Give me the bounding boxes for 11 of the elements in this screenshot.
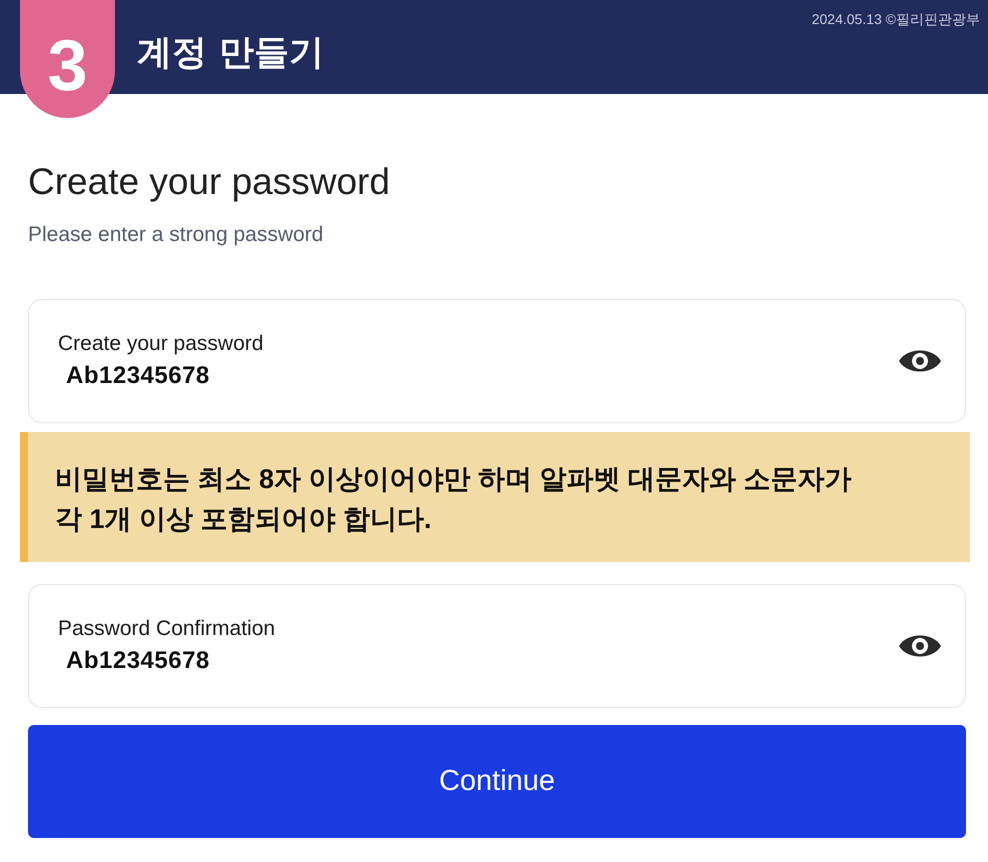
continue-button[interactable]: Continue [28, 725, 966, 838]
password-input[interactable]: Ab12345678 [66, 647, 566, 675]
header-title: 계정 만들기 [137, 33, 324, 73]
page-title: Create your password [28, 160, 391, 204]
note-text: 비밀번호는 최소 8자 이상이어야만 하며 알파벳 대문자와 소문자가 각 1개 이상 포함되어야 합니다. [55, 463, 853, 536]
step-badge: 3 [20, 0, 115, 118]
page-subtitle: Please enter a strong password [28, 222, 324, 248]
credit-text: 2024.05.13 ©필리핀관광부 [812, 10, 980, 28]
field-label: Create your password [58, 332, 264, 356]
field-label: Password Confirmation [58, 617, 276, 641]
password-input[interactable]: Ab12345678 [66, 362, 566, 390]
